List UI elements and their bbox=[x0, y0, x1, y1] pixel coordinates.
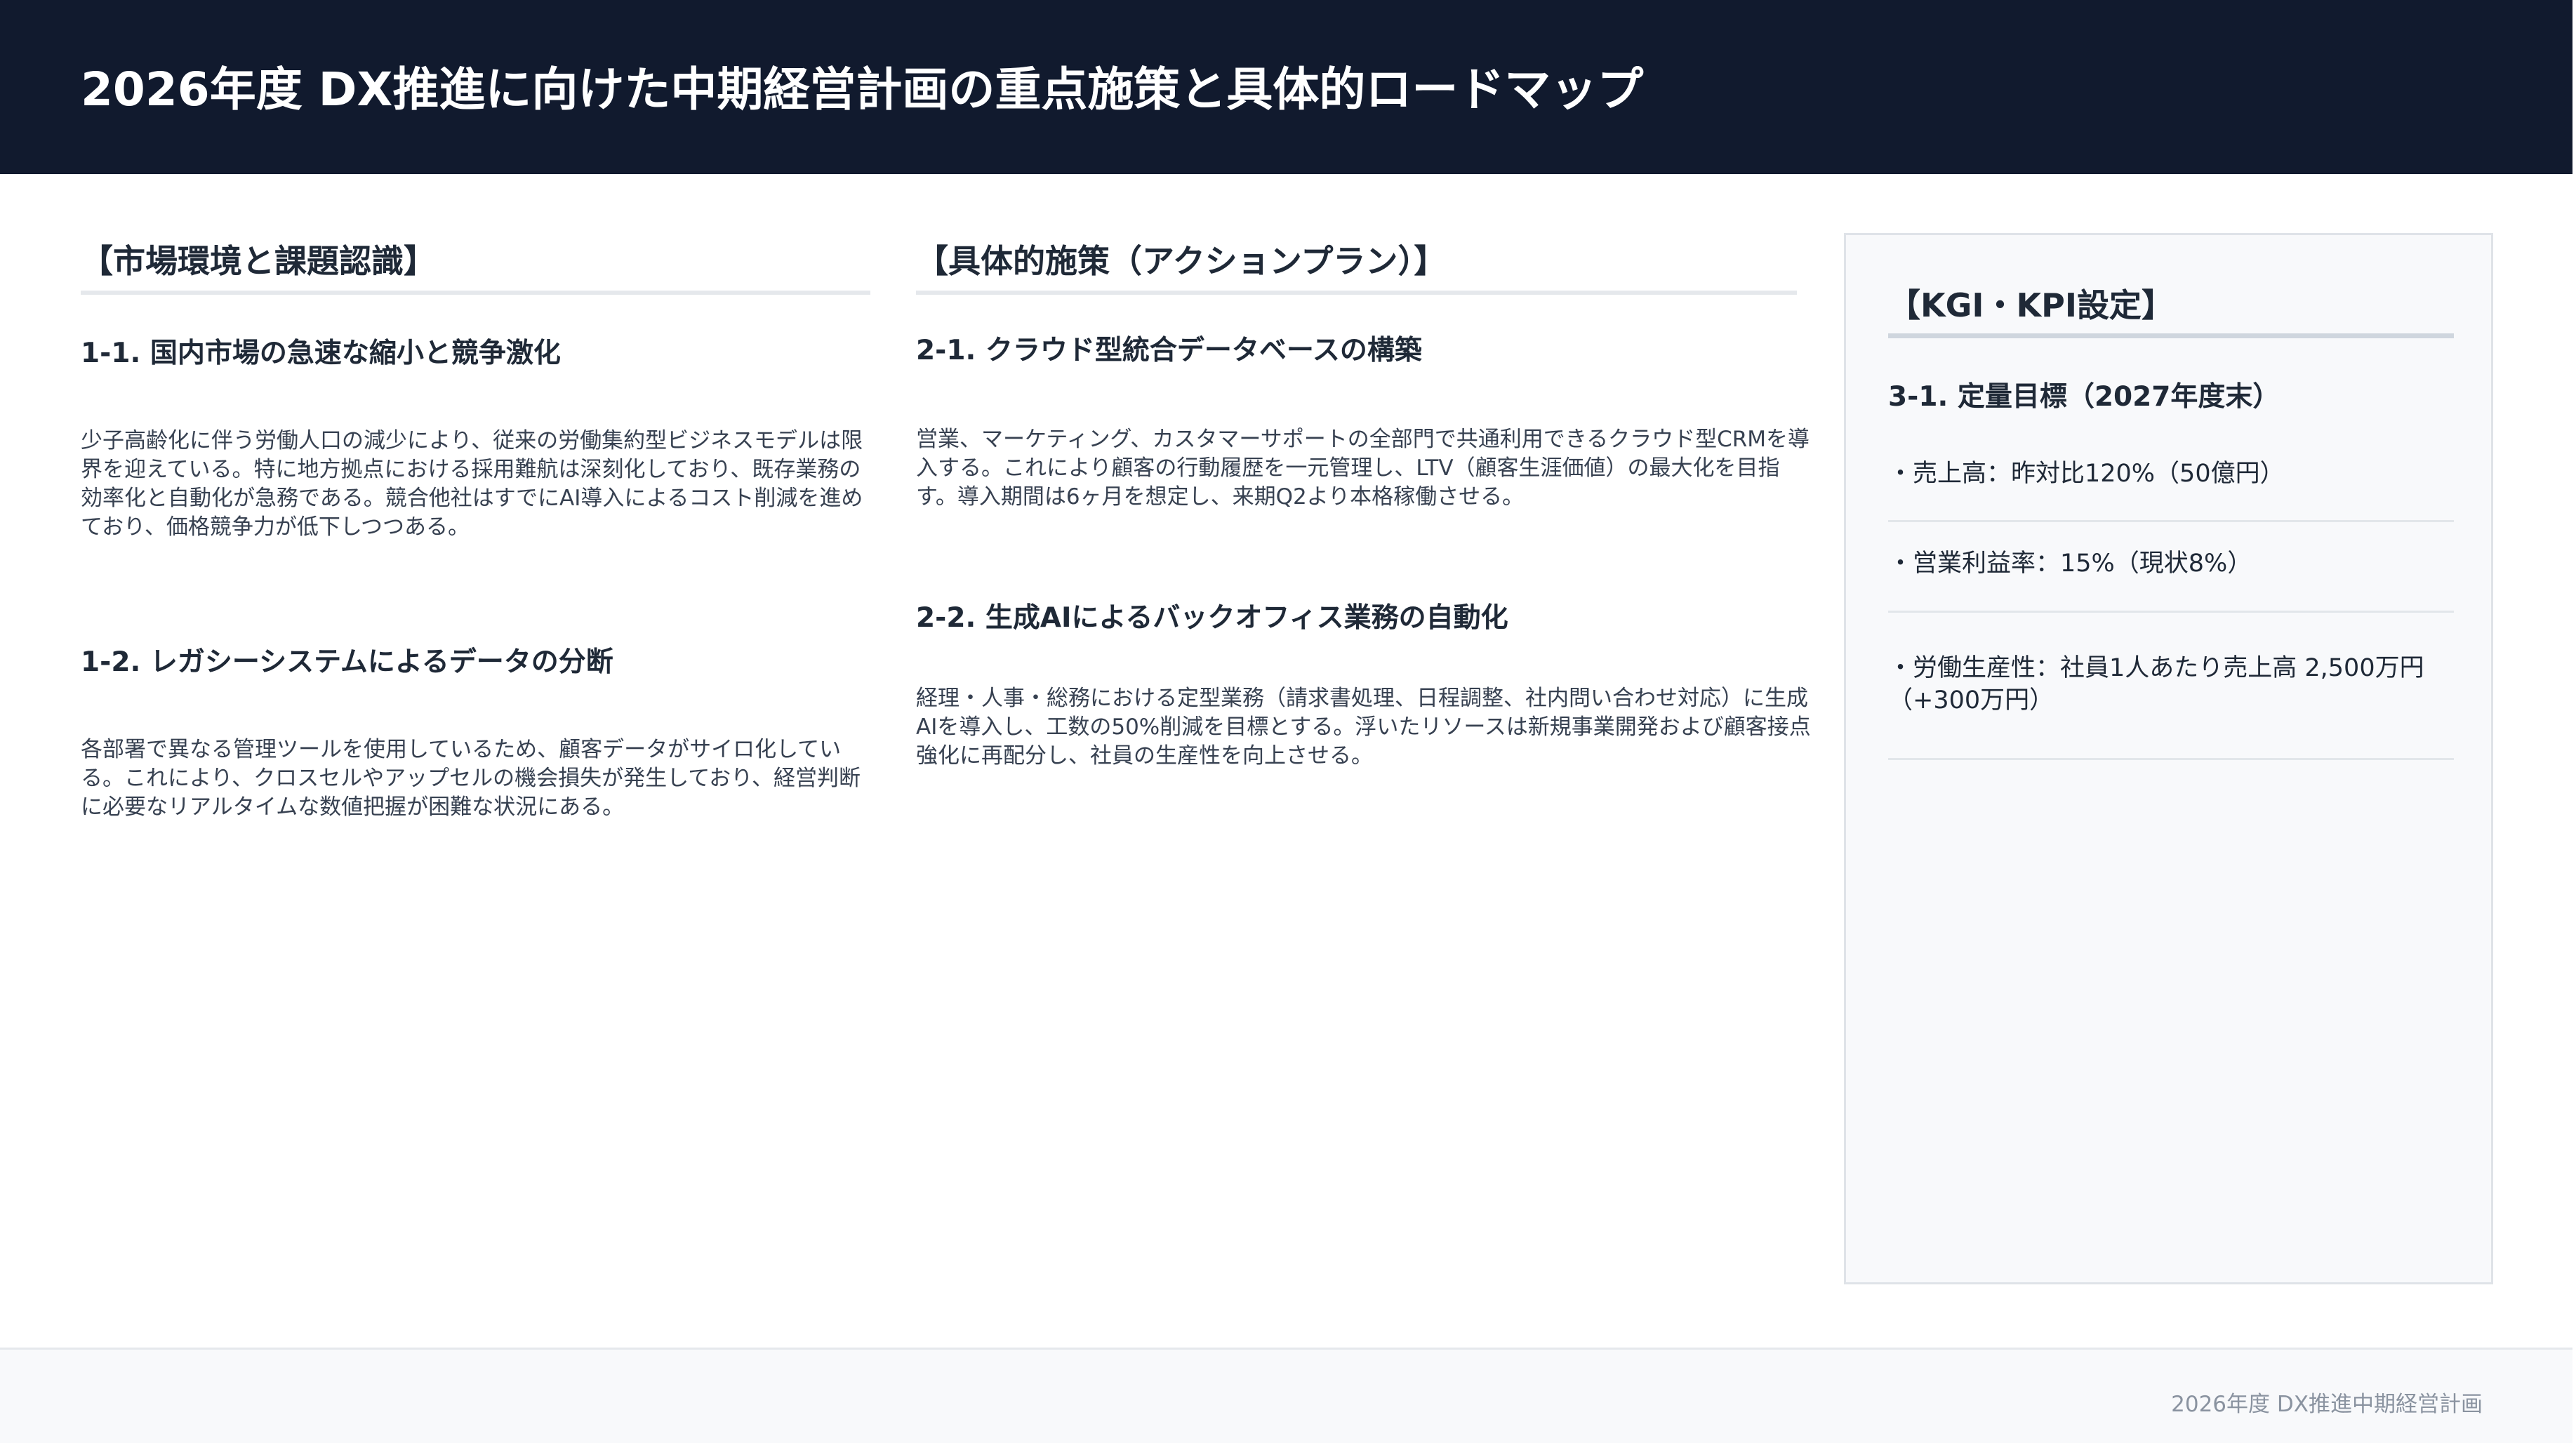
market-item-1-title: 1-1. 国内市場の急速な縮小と競争激化 bbox=[81, 338, 561, 369]
footer: 2026年度 DX推進中期経営計画 bbox=[0, 1348, 2572, 1443]
market-item-2-title: 1-2. レガシーシステムによるデータの分断 bbox=[81, 646, 613, 678]
kpi-item-productivity: ・労働生産性：社員1人あたり売上高 2,500万円（+300万円） bbox=[1888, 613, 2454, 760]
actions-heading: 【具体的施策（アクションプラン）】 bbox=[916, 242, 1447, 280]
kpi-item-margin: ・営業利益率：15%（現状8%） bbox=[1888, 522, 2454, 613]
page-title: 2026年度 DX推進に向けた中期経営計画の重点施策と具体的ロードマップ bbox=[81, 62, 1644, 117]
actions-item-2-body: 経理・人事・総務における定型業務（請求書処理、日程調整、社内問い合わせ対応）に生… bbox=[916, 686, 1811, 769]
kpi-list: ・売上高：昨対比120%（50億円） ・営業利益率：15%（現状8%） ・労働生… bbox=[1888, 458, 2454, 760]
actions-section: 【具体的施策（アクションプラン）】 2-1. クラウド型統合データベースの構築 … bbox=[916, 232, 1811, 771]
market-section: 【市場環境と課題認識】 1-1. 国内市場の急速な縮小と競争激化 少子高齢化に伴… bbox=[81, 232, 870, 822]
kpi-item-sales: ・売上高：昨対比120%（50億円） bbox=[1888, 458, 2454, 522]
market-item-2-body: 各部署で異なる管理ツールを使用しているため、顧客データがサイロ化している。これに… bbox=[81, 737, 861, 820]
slide: 2026年度 DX推進に向けた中期経営計画の重点施策と具体的ロードマップ 【市場… bbox=[0, 0, 2576, 1443]
title-bar: 2026年度 DX推進に向けた中期経営計画の重点施策と具体的ロードマップ bbox=[0, 0, 2572, 174]
actions-item-1-title: 2-1. クラウド型統合データベースの構築 bbox=[916, 335, 1422, 366]
kpi-content: 【KGI・KPI設定】 3-1. 定量目標（2027年度末） ・売上高：昨対比1… bbox=[1888, 277, 2454, 760]
actions-item-2-title: 2-2. 生成AIによるバックオフィス業務の自動化 bbox=[916, 602, 1508, 634]
kpi-divider bbox=[1888, 333, 2454, 338]
market-divider bbox=[81, 291, 870, 295]
kpi-subheading: 3-1. 定量目標（2027年度末） bbox=[1888, 381, 2280, 413]
actions-item-1-body: 営業、マーケティング、カスタマーサポートの全部門で共通利用できるクラウド型CRM… bbox=[916, 427, 1810, 510]
kpi-heading: 【KGI・KPI設定】 bbox=[1888, 286, 2174, 324]
market-heading: 【市場環境と課題認識】 bbox=[81, 242, 436, 280]
footer-text: 2026年度 DX推進中期経営計画 bbox=[2171, 1392, 2483, 1417]
kpi-panel: 【KGI・KPI設定】 3-1. 定量目標（2027年度末） ・売上高：昨対比1… bbox=[1844, 233, 2493, 1284]
actions-divider bbox=[916, 291, 1797, 295]
market-item-1-body: 少子高齢化に伴う労働人口の減少により、従来の労働集約型ビジネスモデルは限界を迎え… bbox=[81, 428, 863, 540]
